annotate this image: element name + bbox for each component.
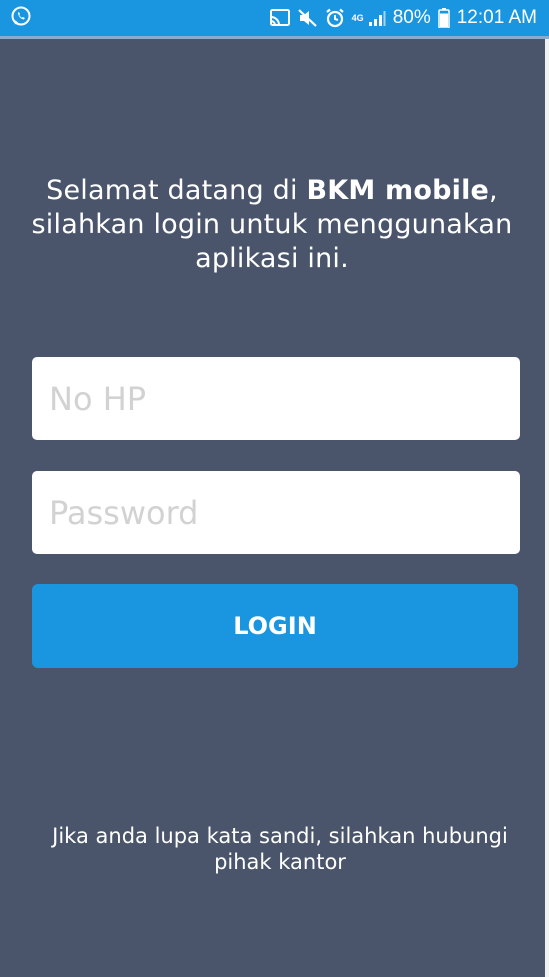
battery-percent: 80% xyxy=(392,7,431,28)
network-type: 4G xyxy=(351,12,364,23)
cast-icon xyxy=(269,9,291,27)
password-input[interactable] xyxy=(32,471,520,554)
welcome-prefix: Selamat datang di xyxy=(46,175,307,206)
welcome-message: Selamat datang di BKM mobile, silahkan l… xyxy=(30,174,514,276)
signal-icon xyxy=(368,9,386,27)
status-bar-divider xyxy=(0,36,549,39)
clock: 12:01 AM xyxy=(456,7,537,28)
battery-icon xyxy=(437,8,450,28)
app-name: BKM mobile xyxy=(306,175,490,206)
forgot-password-note: Jika anda lupa kata sandi, silahkan hubu… xyxy=(52,824,508,874)
alarm-icon xyxy=(325,8,345,28)
login-button[interactable]: LOGIN xyxy=(32,584,518,668)
screen-edge xyxy=(545,39,549,977)
phone-number-input[interactable] xyxy=(32,357,520,440)
status-bar: 4G 80% 12:01 AM xyxy=(0,0,549,36)
whatsapp-icon xyxy=(10,5,32,32)
mute-icon xyxy=(297,9,318,27)
